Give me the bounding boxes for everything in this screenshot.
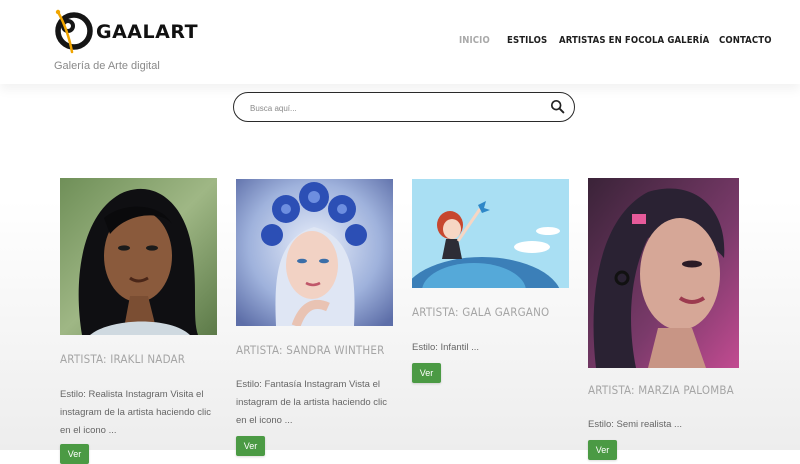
nav-item-inicio[interactable]: INICIO: [459, 35, 490, 46]
card-description: Estilo: Semi realista ...: [588, 419, 682, 430]
card-title[interactable]: ARTISTA: MARZIA PALOMBA: [588, 383, 734, 397]
card-description: Estilo: Fantasía Instagram Vista el inst…: [236, 379, 388, 426]
search-input[interactable]: [248, 99, 532, 117]
artwork-image[interactable]: [60, 178, 217, 335]
artwork-image[interactable]: [236, 179, 393, 326]
search-bar: [233, 92, 575, 122]
card-title[interactable]: ARTISTA: IRAKLI NADAR: [60, 352, 185, 366]
ver-button[interactable]: Ver: [60, 444, 89, 464]
site-header: GAALART Galería de Arte digital INICIO E…: [0, 0, 800, 84]
card-title[interactable]: ARTISTA: GALA GARGANO: [412, 305, 549, 319]
nav-item-estilos[interactable]: ESTILOS: [507, 35, 547, 46]
card-title[interactable]: ARTISTA: SANDRA WINTHER: [236, 343, 385, 357]
artwork-image[interactable]: [412, 179, 569, 288]
ver-button[interactable]: Ver: [412, 363, 441, 383]
ver-button[interactable]: Ver: [588, 440, 617, 460]
card-description: Estilo: Infantil ...: [412, 342, 480, 353]
brand-tagline: Galería de Arte digital: [54, 60, 160, 72]
nav-item-la-galeria[interactable]: LA GALERÍA: [652, 35, 709, 46]
search-icon[interactable]: [550, 99, 565, 114]
nav-item-artistas-en-foco[interactable]: ARTISTAS EN FOCO: [559, 35, 652, 46]
artwork-image[interactable]: [588, 178, 739, 368]
card-description: Estilo: Realista Instagram Visita el ins…: [60, 389, 212, 436]
ver-button[interactable]: Ver: [236, 436, 265, 456]
nav-item-contacto[interactable]: CONTACTO: [719, 35, 772, 46]
main-nav: INICIO ESTILOS ARTISTAS EN FOCO LA GALER…: [0, 35, 800, 49]
